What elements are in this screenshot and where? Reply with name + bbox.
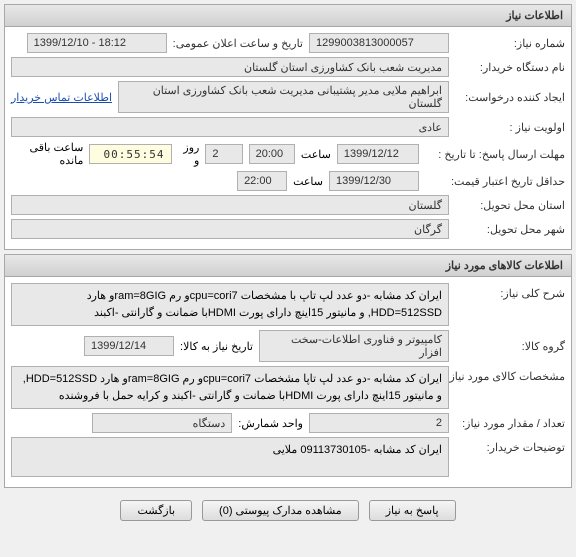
city-label: شهر محل تحویل: [455,223,565,236]
goods-info-header: اطلاعات کالاهای مورد نیاز [5,255,571,277]
unit-field: دستگاه [92,413,232,433]
credit-time-field: 22:00 [237,171,287,191]
need-info-panel: اطلاعات نیاز شماره نیاز: 129900381300005… [4,4,572,250]
need-info-body: شماره نیاز: 1299003813000057 تاریخ و ساع… [5,27,571,249]
goods-info-body: شرح کلی نیاز: ایران کد مشابه -دو عدد لپ … [5,277,571,487]
credit-label: حداقل تاریخ اعتبار قیمت: [425,175,565,188]
deliver-label: استان محل تحویل: [455,199,565,212]
remain-days-field: 2 [205,144,242,164]
day-label: روز و [178,141,200,167]
group-label: گروه کالا: [455,340,565,353]
deadline-label: مهلت ارسال پاسخ: تا تاریخ : [425,148,565,161]
attachments-button[interactable]: مشاهده مدارک پیوستی (0) [202,500,359,521]
remain-time-field: 00:55:54 [89,144,171,164]
request-no-field: 1299003813000057 [309,33,449,53]
announce-label: تاریخ و ساعت اعلان عمومی: [173,37,303,50]
time-label-1: ساعت [301,148,331,161]
need-date-label: تاریخ نیاز به کالا: [180,340,253,353]
announce-field: 1399/12/10 - 18:12 [27,33,167,53]
org-label: نام دستگاه خریدار: [455,61,565,74]
creator-label: ایجاد کننده درخواست: [455,91,565,104]
action-bar: پاسخ به نیاز مشاهده مدارک پیوستی (0) باز… [0,492,576,529]
notes-field: ایران کد مشابه -09113730105 ملایی [11,437,449,477]
reply-button[interactable]: پاسخ به نیاز [369,500,456,521]
deadline-date-field: 1399/12/12 [337,144,419,164]
spec-label: مشخصات کالای مورد نیاز: [455,366,565,383]
request-no-label: شماره نیاز: [455,37,565,50]
unit-label: واحد شمارش: [238,417,303,430]
qty-label: تعداد / مقدار مورد نیاز: [455,417,565,430]
deadline-time-field: 20:00 [249,144,295,164]
credit-date-field: 1399/12/30 [329,171,419,191]
qty-field: 2 [309,413,449,433]
desc-label: شرح کلی نیاز: [455,283,565,300]
creator-field: ابراهیم ملایی مدیر پشتیبانی مدیریت شعب ب… [118,81,449,113]
buyer-contact-link[interactable]: اطلاعات تماس خریدار [11,91,112,104]
desc-field: ایران کد مشابه -دو عدد لپ تاپ با مشخصات … [11,283,449,326]
need-info-header: اطلاعات نیاز [5,5,571,27]
priority-field: عادی [11,117,449,137]
org-field: مدیریت شعب بانک کشاورزی استان گلستان [11,57,449,77]
notes-label: توضیحات خریدار: [455,437,565,454]
city-field: گرگان [11,219,449,239]
group-field: کامپیوتر و فناوری اطلاعات-سخت افزار [259,330,449,362]
remain-label: ساعت باقی مانده [11,141,83,167]
time-label-2: ساعت [293,175,323,188]
back-button[interactable]: بازگشت [120,500,192,521]
deliver-field: گلستان [11,195,449,215]
need-date-field: 1399/12/14 [84,336,174,356]
spec-field: ایران کد مشابه -دو عدد لپ تاپا مشخصات cp… [11,366,449,409]
goods-info-panel: اطلاعات کالاهای مورد نیاز شرح کلی نیاز: … [4,254,572,488]
priority-label: اولویت نیاز : [455,121,565,134]
